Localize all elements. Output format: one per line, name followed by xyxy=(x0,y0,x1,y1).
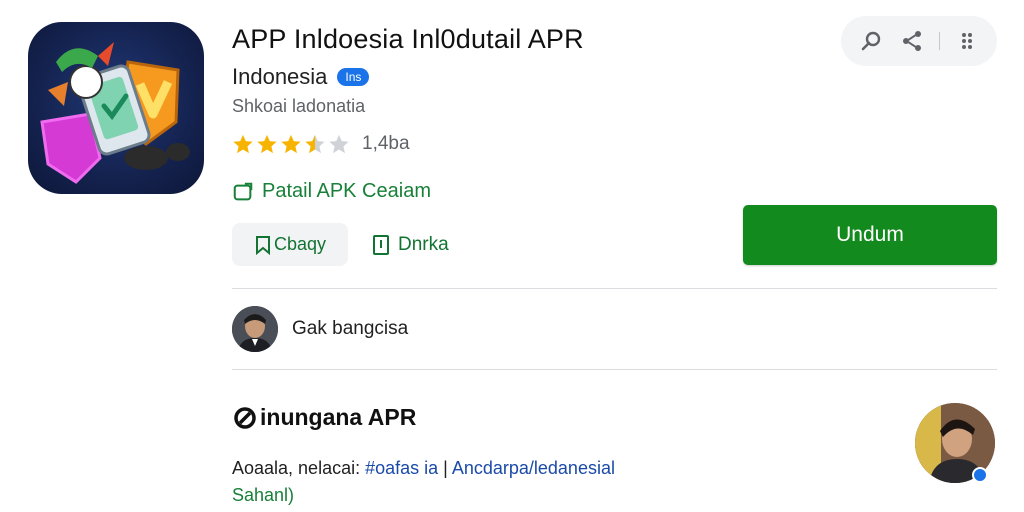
app-category: Shkoai ladonatia xyxy=(232,96,366,116)
verified-badge-icon xyxy=(972,467,988,483)
about-icon xyxy=(234,406,256,429)
verified-label: Patail APK Ceaiam xyxy=(262,180,431,202)
more-options-button[interactable] xyxy=(953,27,981,55)
star-empty-icon xyxy=(329,134,349,154)
divider xyxy=(232,288,997,289)
avatar xyxy=(232,306,278,352)
star-icon xyxy=(281,134,301,154)
description-line-1: Aoaala, nelacai: #oafas ia | Ancdarpa/le… xyxy=(232,458,615,478)
chip-secondary-button[interactable]: Dnrka xyxy=(372,230,449,260)
chip-primary-button[interactable]: Cbaqy xyxy=(232,223,348,266)
developer-row: Indonesia Ins xyxy=(232,64,370,90)
description: Aoaala, nelacai: #oafas ia | Ancdarpa/le… xyxy=(232,455,615,509)
star-icon xyxy=(233,134,253,154)
star-icon xyxy=(257,134,277,154)
toolbar-divider xyxy=(938,32,940,50)
reviewer-text: Gak bangcisa xyxy=(292,318,409,339)
verified-check-icon xyxy=(233,182,253,200)
developer-name[interactable]: Indonesia xyxy=(232,64,327,90)
bookmark-icon xyxy=(255,235,270,255)
search-button[interactable] xyxy=(857,27,885,55)
rating-row: 1,4ba xyxy=(232,133,410,155)
rating-count: 1,4ba xyxy=(362,133,410,154)
document-icon xyxy=(373,235,389,255)
description-line-2: Sahanl) xyxy=(232,485,295,505)
section-title: inungana APR xyxy=(232,404,416,431)
more-vert-icon xyxy=(961,33,972,49)
section-title-text: inungana APR xyxy=(260,404,417,430)
action-toolbar xyxy=(841,16,997,66)
chip-secondary-label: Dnrka xyxy=(398,234,449,255)
developer-badge: Ins xyxy=(337,68,370,86)
share-button[interactable] xyxy=(898,27,926,55)
verified-apk-link[interactable]: Patail APK Ceaiam xyxy=(232,180,431,203)
divider xyxy=(232,369,997,370)
description-text: Aoaala, nelacai: xyxy=(232,458,366,478)
search-icon xyxy=(862,31,881,51)
share-icon xyxy=(903,31,922,51)
hashtag-link[interactable]: #oafas ia xyxy=(365,458,438,478)
app-title: APP Inldoesia Inl0dutail APR xyxy=(232,24,584,54)
app-icon xyxy=(28,22,204,194)
install-button[interactable]: Undum xyxy=(743,205,997,265)
description-link[interactable]: Ancdarpa/ledanesial xyxy=(452,458,615,478)
chip-primary-label: Cbaqy xyxy=(273,234,327,254)
reviewer-row[interactable]: Gak bangcisa xyxy=(232,306,408,352)
app-detail-page: APP Inldoesia Inl0dutail APR Indonesia I… xyxy=(0,0,1024,512)
star-half-icon xyxy=(305,134,325,154)
